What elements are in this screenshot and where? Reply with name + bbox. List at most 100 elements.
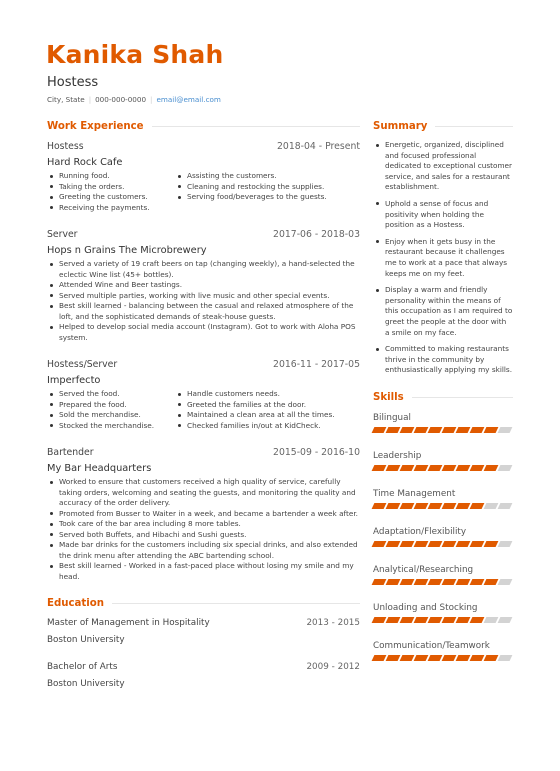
bullet-item: Checked families in/out at KidCheck. bbox=[175, 421, 360, 432]
bullet-item: Stocked the merchandise. bbox=[47, 421, 175, 432]
bullet-list: Running food. Taking the orders. Greeting … bbox=[47, 171, 175, 213]
section-title: Summary bbox=[373, 120, 428, 132]
skill-rating-bar bbox=[371, 426, 513, 433]
skill-entry: Bilingual bbox=[371, 412, 513, 433]
section-title: Work Experience bbox=[47, 120, 144, 132]
skill-segment-empty bbox=[497, 502, 513, 509]
skill-segment-empty bbox=[497, 578, 513, 585]
skill-entry: Communication/Teamwork bbox=[371, 640, 513, 661]
degree: Master of Management in Hospitality bbox=[47, 618, 210, 628]
bullet-item: Receiving the payments. bbox=[47, 203, 175, 214]
skill-segment-filled bbox=[413, 654, 429, 661]
education-header: Education bbox=[47, 595, 360, 611]
skill-rating-bar bbox=[371, 578, 513, 585]
skill-segment-filled bbox=[427, 502, 443, 509]
skill-segment-filled bbox=[469, 578, 485, 585]
job-entry: Hostess 2018-04 - Present Hard Rock Cafe Ru… bbox=[47, 140, 360, 213]
section-divider bbox=[411, 397, 513, 399]
skill-segment-filled bbox=[385, 578, 401, 585]
job-dates: 2015-09 - 2016-10 bbox=[273, 447, 360, 458]
skill-segment-filled bbox=[385, 654, 401, 661]
job-dates: 2018-04 - Present bbox=[277, 141, 360, 152]
skill-segment-empty bbox=[497, 654, 513, 661]
section-divider bbox=[151, 125, 360, 127]
work-experience-header: Work Experience bbox=[47, 118, 360, 134]
skill-segment-filled bbox=[399, 464, 415, 471]
email-link[interactable]: email@email.com bbox=[156, 95, 220, 104]
summary-item: Energetic, organized, disciplined and fo… bbox=[373, 140, 513, 193]
skill-segment-filled bbox=[427, 464, 443, 471]
skill-segment-filled bbox=[427, 616, 443, 623]
job-list: Hostess 2018-04 - Present Hard Rock Cafe Ru… bbox=[47, 140, 360, 582]
skill-rating-bar bbox=[371, 502, 513, 509]
bullet-item: Served a variety of 19 craft beers on ta… bbox=[47, 259, 360, 280]
skill-segment-filled bbox=[427, 654, 443, 661]
skill-name: Adaptation/Flexibility bbox=[373, 526, 467, 537]
skill-rating-bar bbox=[371, 654, 513, 661]
skill-entry: Adaptation/Flexibility bbox=[371, 526, 513, 547]
education-entry: Master of Management in Hospitality 2013 … bbox=[47, 617, 360, 647]
bullet-list: Served a variety of 19 craft beers on ta… bbox=[47, 259, 360, 343]
bullet-item: Took care of the bar area including 8 mo… bbox=[47, 519, 360, 530]
skill-segment-filled bbox=[385, 502, 401, 509]
skill-segment-filled bbox=[371, 578, 387, 585]
job-company: Hops n Grains The Microbrewery bbox=[47, 245, 207, 256]
section-title: Education bbox=[47, 597, 105, 609]
skill-segment-empty bbox=[497, 616, 513, 623]
skill-name: Unloading and Stocking bbox=[373, 602, 478, 613]
job-entry: Server 2017-06 - 2018-03 Hops n Grains The… bbox=[47, 228, 360, 343]
left-column: Work Experience Hostess 2018-04 - Present… bbox=[47, 118, 360, 700]
job-header: Hostess 2018-04 - Present bbox=[47, 140, 360, 153]
summary-item: Committed to making restaurants thrive i… bbox=[373, 344, 513, 376]
skill-segment-filled bbox=[371, 426, 387, 433]
skill-rating-bar bbox=[371, 540, 513, 547]
skill-segment-filled bbox=[371, 616, 387, 623]
skill-segment-filled bbox=[441, 654, 457, 661]
skill-segment-filled bbox=[469, 616, 485, 623]
skill-segment-filled bbox=[483, 540, 499, 547]
bullet-item: Best skill learned - balancing between t… bbox=[47, 301, 360, 322]
separator: | bbox=[150, 95, 153, 104]
skill-entry: Leadership bbox=[371, 450, 513, 471]
bullet-item: Maintained a clean area at all the times… bbox=[175, 410, 360, 421]
skill-segment-filled bbox=[385, 464, 401, 471]
skill-segment-filled bbox=[371, 502, 387, 509]
bullet-item: Attended Wine and Beer tastings. bbox=[47, 280, 360, 291]
skill-entry: Unloading and Stocking bbox=[371, 602, 513, 623]
bullet-item: Taking the orders. bbox=[47, 182, 175, 193]
job-position: Server bbox=[47, 229, 78, 240]
skill-segment-filled bbox=[441, 578, 457, 585]
skill-segment-filled bbox=[413, 578, 429, 585]
resume-page: Kanika Shah Hostess City, State | 000-000-… bbox=[0, 0, 560, 771]
bullet-item: Helped to develop social media account (… bbox=[47, 322, 360, 343]
skill-name: Communication/Teamwork bbox=[373, 640, 490, 651]
summary-item: Enjoy when it gets busy in the restauran… bbox=[373, 237, 513, 279]
skill-segment-filled bbox=[385, 616, 401, 623]
candidate-name: Kanika Shah bbox=[46, 40, 224, 69]
section-title: Skills bbox=[373, 392, 404, 404]
skills-header: Skills bbox=[373, 390, 513, 406]
skill-segment-filled bbox=[469, 654, 485, 661]
bullet-item: Made bar drinks for the customers includ… bbox=[47, 540, 360, 561]
skill-segment-filled bbox=[469, 426, 485, 433]
skill-segment-filled bbox=[455, 464, 471, 471]
bullet-item: Served the food. bbox=[47, 389, 175, 400]
bullet-list: Handle customers needs. Greeted the famil… bbox=[175, 389, 360, 431]
skill-name: Bilingual bbox=[373, 412, 411, 423]
job-dates: 2017-06 - 2018-03 bbox=[273, 229, 360, 240]
bullet-list: Worked to ensure that customers received… bbox=[47, 477, 360, 582]
skill-segment-empty bbox=[497, 426, 513, 433]
skill-segment-filled bbox=[469, 464, 485, 471]
skill-segment-filled bbox=[455, 540, 471, 547]
skill-segment-filled bbox=[469, 502, 485, 509]
job-entry: Hostess/Server 2016-11 - 2017-05 Imperfect… bbox=[47, 358, 360, 431]
summary-item: Uphold a sense of focus and positivity w… bbox=[373, 199, 513, 231]
skill-segment-filled bbox=[371, 654, 387, 661]
job-position: Hostess/Server bbox=[47, 359, 118, 370]
bullet-item: Handle customers needs. bbox=[175, 389, 360, 400]
bullet-item: Running food. bbox=[47, 171, 175, 182]
skill-segment-filled bbox=[399, 426, 415, 433]
job-company: My Bar Headquarters bbox=[47, 463, 152, 474]
bullet-item: Prepared the food. bbox=[47, 400, 175, 411]
skills-list: Bilingual Leadership Time Management Adapta… bbox=[371, 412, 513, 661]
